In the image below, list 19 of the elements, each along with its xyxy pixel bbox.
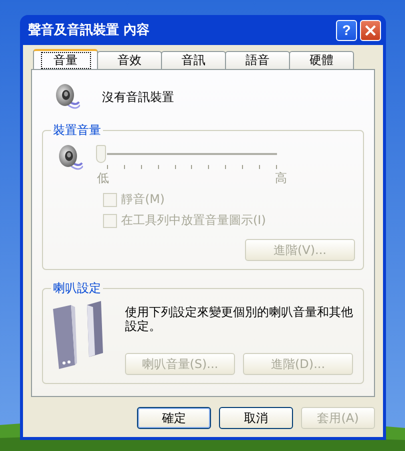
- checkbox-label: 在工具列中放置音量圖示(I): [121, 212, 266, 229]
- tab[interactable]: 音效: [97, 51, 162, 69]
- group-title: 裝置音量: [52, 122, 102, 139]
- close-icon: [365, 24, 376, 36]
- close-button[interactable]: [360, 20, 381, 40]
- dialog-button[interactable]: 確定: [137, 407, 211, 429]
- tab[interactable]: 音訊: [161, 51, 226, 69]
- checkbox-label: 靜音(M): [121, 191, 165, 208]
- window-title: 聲音及音訊裝置 內容: [28, 22, 151, 39]
- dialog-button[interactable]: 取消: [219, 407, 293, 429]
- status-text: 沒有音訊裝置: [102, 88, 174, 106]
- max-label: 高: [275, 170, 287, 187]
- description-text: 使用下列設定來變更個別的喇叭音量和其他設定。: [125, 304, 354, 333]
- min-label: 低: [97, 170, 109, 187]
- tab[interactable]: 語音: [225, 51, 290, 69]
- tab[interactable]: 音量: [33, 49, 98, 69]
- help-button[interactable]: ?: [336, 20, 357, 40]
- tab[interactable]: 硬體: [289, 51, 354, 69]
- group-title: 喇叭設定: [52, 280, 102, 297]
